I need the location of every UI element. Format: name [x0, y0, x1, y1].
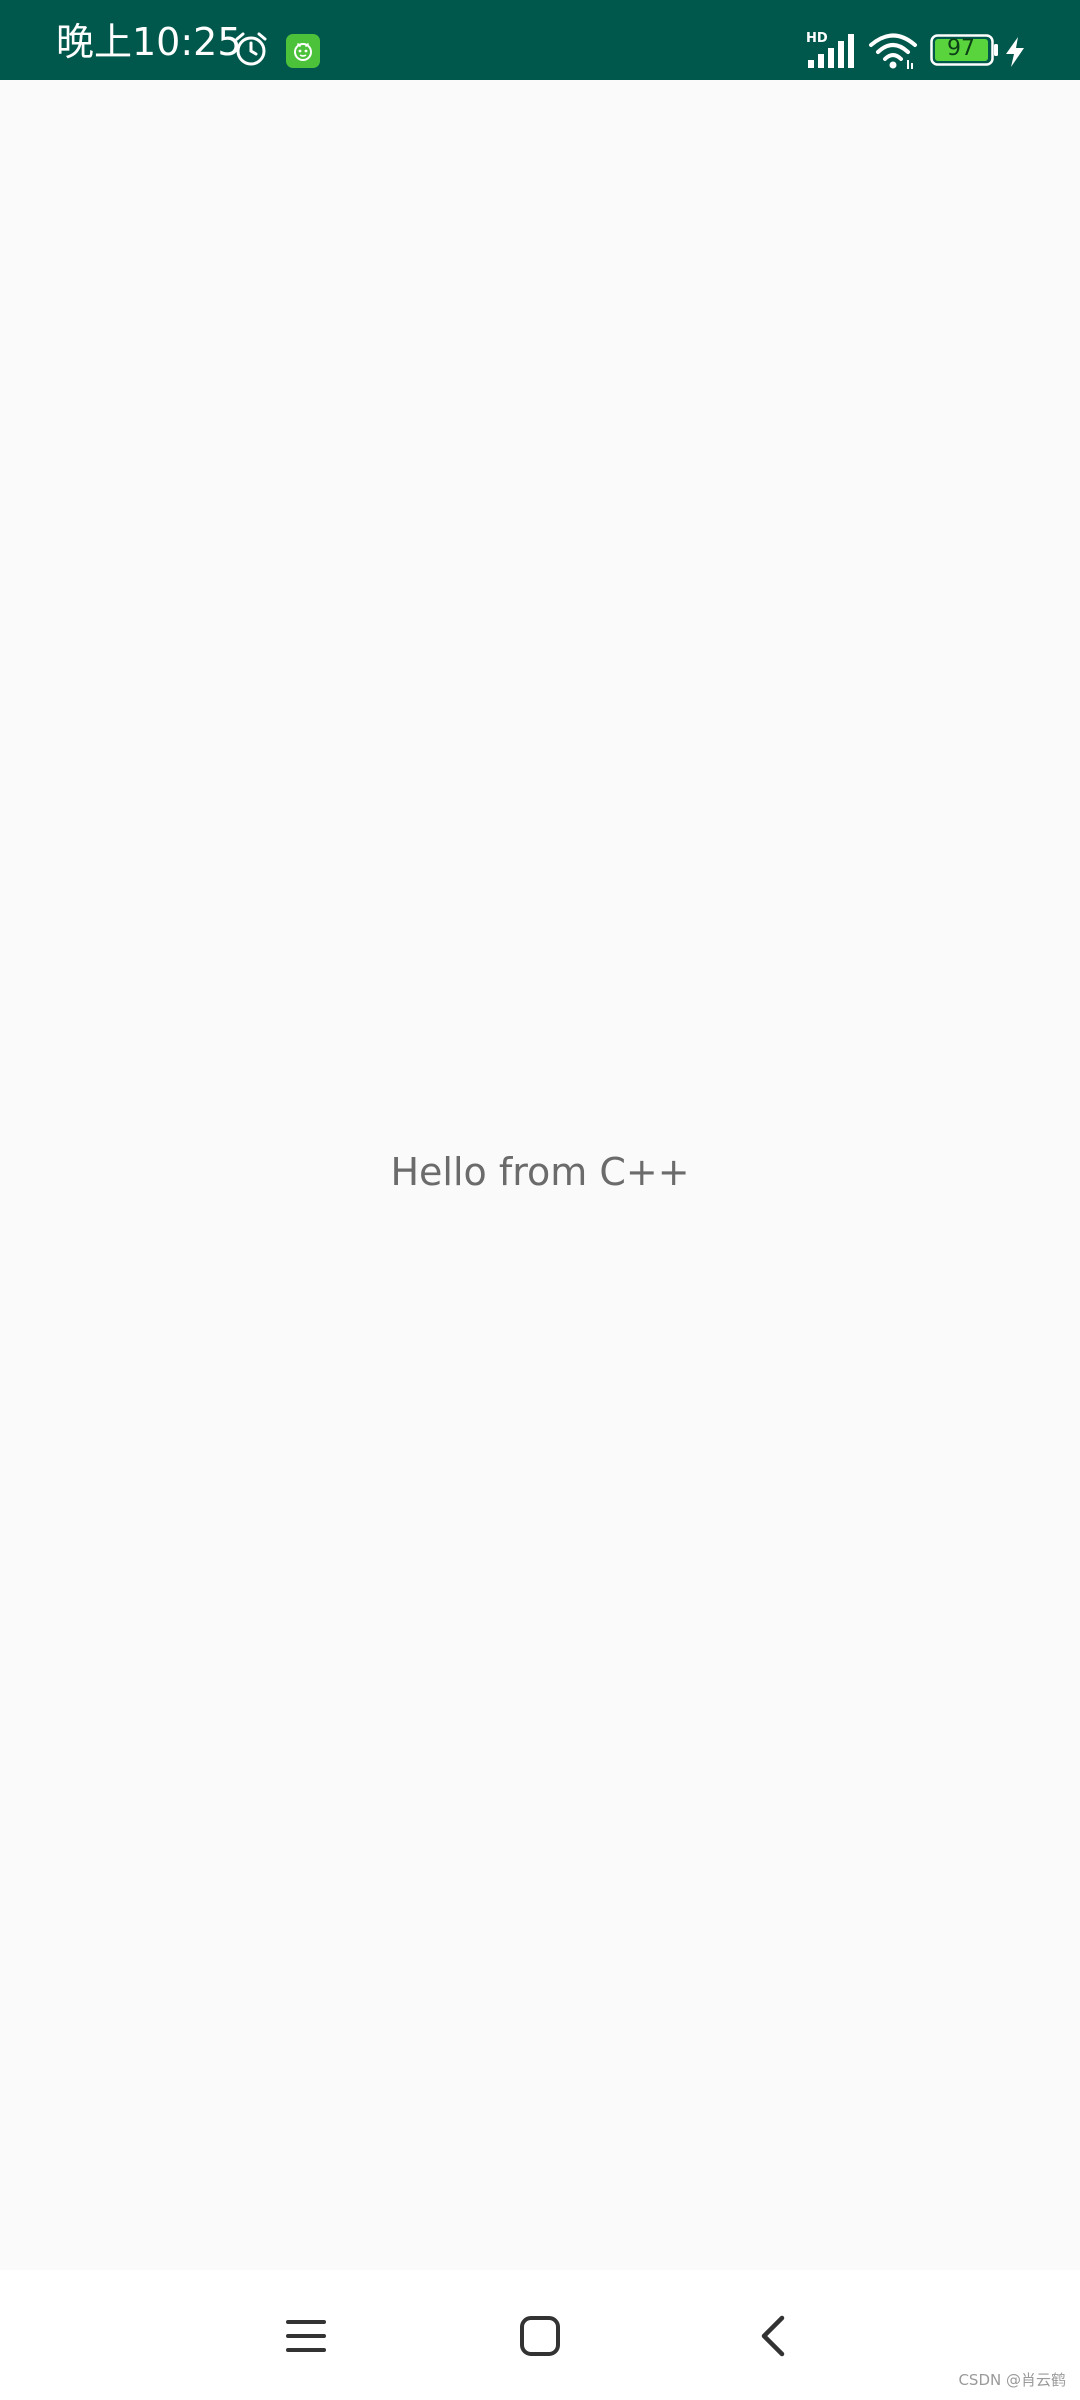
home-button[interactable] [500, 2296, 580, 2376]
back-icon [761, 2315, 785, 2357]
navigation-bar: CSDN @肖云鹤 [0, 2270, 1080, 2400]
status-time: 晚上10:25 [56, 20, 242, 64]
menu-icon [286, 2320, 326, 2352]
charging-icon [1004, 36, 1026, 68]
wifi-icon [868, 32, 918, 70]
status-bar: 晚上10:25 HD 97 [0, 0, 1080, 80]
home-icon [520, 2316, 560, 2356]
hello-message: Hello from C++ [390, 1150, 690, 1194]
battery-icon: 97 [930, 34, 1000, 68]
alarm-icon [232, 30, 270, 68]
main-content: Hello from C++ [0, 80, 1080, 2270]
hd-signal-icon: HD [806, 30, 858, 70]
battery-level: 97 [947, 36, 975, 61]
menu-button[interactable] [266, 2296, 346, 2376]
svg-text:HD: HD [806, 31, 828, 46]
watermark: CSDN @肖云鹤 [958, 2371, 1066, 2389]
app-notification-icon [286, 34, 320, 68]
app-screen: 晚上10:25 HD 97 Hello from C++ CSDN @肖云鹤 [0, 0, 1080, 2400]
back-button[interactable] [732, 2296, 812, 2376]
